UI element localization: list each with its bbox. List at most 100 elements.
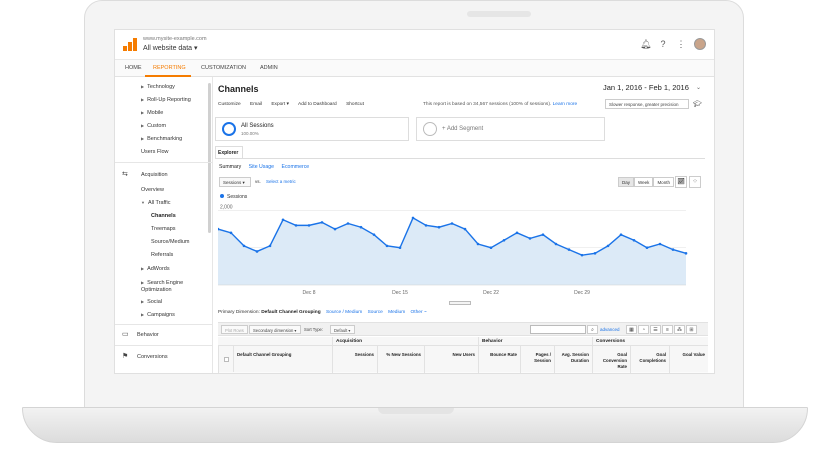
column-header-new-users[interactable]: New Users [424, 346, 478, 372]
sidebar-item-seo[interactable]: ▶ Search Engine Optimization [141, 279, 203, 294]
sidebar-item-acquisition[interactable]: Acquisition [141, 172, 168, 178]
sidebar-item-source-medium[interactable]: Source/Medium [151, 239, 190, 245]
dimension-source-medium[interactable]: Source / Medium [326, 310, 362, 315]
add-to-dashboard-button[interactable]: Add to Dashboard [298, 102, 337, 107]
sessions-point[interactable] [268, 244, 272, 248]
sessions-point[interactable] [333, 227, 337, 231]
sidebar-item-benchmarking[interactable]: ▶ Benchmarking [141, 136, 182, 142]
sessions-point[interactable] [307, 224, 311, 227]
sampling-select[interactable]: Slower response, greater precision [605, 99, 689, 109]
sidebar-item-conversions[interactable]: Conversions [137, 354, 168, 360]
dimension-source[interactable]: Source [368, 310, 383, 315]
sessions-point[interactable] [476, 242, 480, 246]
chart-resize-handle[interactable] [449, 301, 471, 305]
sessions-point[interactable] [619, 233, 623, 236]
help-icon[interactable]: ? [658, 39, 668, 49]
column-header-bounce-rate[interactable]: Bounce Rate [478, 346, 520, 372]
column-header-new-sessions[interactable]: % New Sessions [377, 346, 424, 372]
sessions-point[interactable] [684, 252, 688, 255]
tab-explorer[interactable]: Explorer [215, 146, 243, 158]
motion-chart-icon[interactable]: ⁘ [689, 176, 701, 188]
sessions-point[interactable] [294, 224, 298, 227]
sidebar-item-referrals[interactable]: Referrals [151, 252, 173, 258]
sidebar-item-rollup[interactable]: ▶ Roll-Up Reporting [141, 97, 191, 103]
subtab-summary[interactable]: Summary [219, 164, 241, 170]
sessions-point[interactable] [346, 222, 350, 225]
search-icon[interactable]: ⌕ [587, 325, 598, 334]
secondary-dimension-select[interactable]: Secondary dimension ▾ [249, 325, 301, 334]
sessions-point[interactable] [320, 221, 324, 224]
tab-admin[interactable]: ADMIN [260, 65, 278, 71]
sessions-point[interactable] [528, 237, 532, 240]
column-header-goal-value[interactable]: Goal Value [669, 346, 708, 372]
more-vert-icon[interactable]: ⋮ [676, 39, 686, 49]
tab-home[interactable]: HOME [125, 65, 142, 71]
sidebar-item-custom[interactable]: ▶ Custom [141, 123, 166, 129]
shortcut-button[interactable]: Shortcut [346, 102, 364, 107]
sidebar-item-treemaps[interactable]: Treemaps [151, 226, 176, 232]
sessions-point[interactable] [593, 252, 597, 255]
sidebar-item-behavior[interactable]: Behavior [137, 332, 159, 338]
dimension-medium[interactable]: Medium [388, 310, 405, 315]
select-metric-link[interactable]: Select a metric [266, 179, 296, 184]
sidebar-item-channels[interactable]: Channels [151, 213, 176, 219]
sessions-point[interactable] [424, 224, 428, 227]
email-button[interactable]: Email [250, 102, 262, 107]
sessions-point[interactable] [502, 238, 506, 242]
table-search-input[interactable] [530, 325, 586, 334]
sessions-point[interactable] [411, 216, 415, 220]
sort-type-select[interactable]: Default ▾ [330, 325, 355, 334]
sidebar-item-social[interactable]: ▶ Social [141, 299, 162, 305]
segment-all-sessions[interactable]: All Sessions 100.00% [215, 117, 409, 141]
sessions-point[interactable] [281, 218, 285, 222]
tab-customization[interactable]: CUSTOMIZATION [201, 65, 246, 71]
data-table-icon[interactable]: ▦ [626, 325, 637, 334]
sessions-point[interactable] [255, 250, 259, 253]
date-range-picker[interactable]: Jan 1, 2016 - Feb 1, 2016 [603, 83, 689, 92]
sidebar-item-adwords[interactable]: ▶ AdWords [141, 266, 170, 272]
export-button[interactable]: Export ▾ [271, 102, 289, 107]
sidebar-item-users-flow[interactable]: Users Flow [141, 149, 169, 155]
pie-chart-icon[interactable]: ◔ [638, 325, 649, 334]
dimension-other[interactable]: Other ~ [411, 310, 427, 315]
graduation-cap-icon[interactable]: 🎓︎ [693, 100, 702, 108]
day-button[interactable]: Day [618, 177, 635, 187]
sessions-point[interactable] [450, 222, 454, 225]
sidebar-scrollbar[interactable] [208, 83, 211, 233]
add-segment-button[interactable]: + Add Segment [416, 117, 605, 141]
sessions-point[interactable] [632, 238, 636, 242]
column-header-sessions[interactable]: Sessions [332, 346, 377, 372]
customize-button[interactable]: Customize [218, 102, 241, 107]
subtab-ecommerce[interactable]: Ecommerce [282, 164, 310, 170]
sessions-point[interactable] [567, 248, 571, 251]
sessions-point[interactable] [671, 248, 675, 251]
column-header-avg-session-duration[interactable]: Avg. Session Duration [554, 346, 592, 372]
sessions-point[interactable] [385, 244, 389, 248]
sessions-point[interactable] [554, 242, 558, 246]
column-header-pages-session[interactable]: Pages / Session [520, 346, 554, 372]
select-all-checkbox[interactable] [224, 357, 229, 362]
sessions-point[interactable] [541, 233, 545, 236]
property-selector[interactable]: All website data ▾ [143, 44, 198, 52]
month-button[interactable]: Month [653, 177, 674, 187]
sessions-point[interactable] [489, 246, 493, 250]
learn-more-link[interactable]: Learn more [553, 102, 578, 107]
sessions-point[interactable] [359, 225, 363, 229]
sessions-point[interactable] [229, 231, 233, 235]
sidebar-item-campaigns[interactable]: ▶ Campaigns [141, 312, 175, 318]
sessions-point[interactable] [398, 246, 402, 250]
metric-select[interactable]: Sessions ▾ [219, 177, 251, 187]
sessions-point[interactable] [658, 242, 662, 246]
plot-rows-button[interactable]: Plot Rows [221, 325, 248, 334]
notifications-bell-icon[interactable]: 🔔︎ [640, 39, 651, 49]
sidebar-item-all-traffic[interactable]: ▼ All Traffic [141, 200, 170, 206]
advanced-filter-link[interactable]: advanced [600, 327, 620, 332]
performance-icon[interactable]: ☰ [650, 325, 661, 334]
sessions-point[interactable] [580, 253, 584, 257]
column-header-goal-completions[interactable]: Goal Completions [630, 346, 669, 372]
pivot-icon[interactable]: ⊞ [686, 325, 697, 334]
comparison-icon[interactable]: ≡ [662, 325, 673, 334]
tab-reporting[interactable]: REPORTING [153, 65, 186, 71]
analytics-logo-icon[interactable] [123, 38, 137, 51]
sessions-point[interactable] [645, 246, 649, 250]
